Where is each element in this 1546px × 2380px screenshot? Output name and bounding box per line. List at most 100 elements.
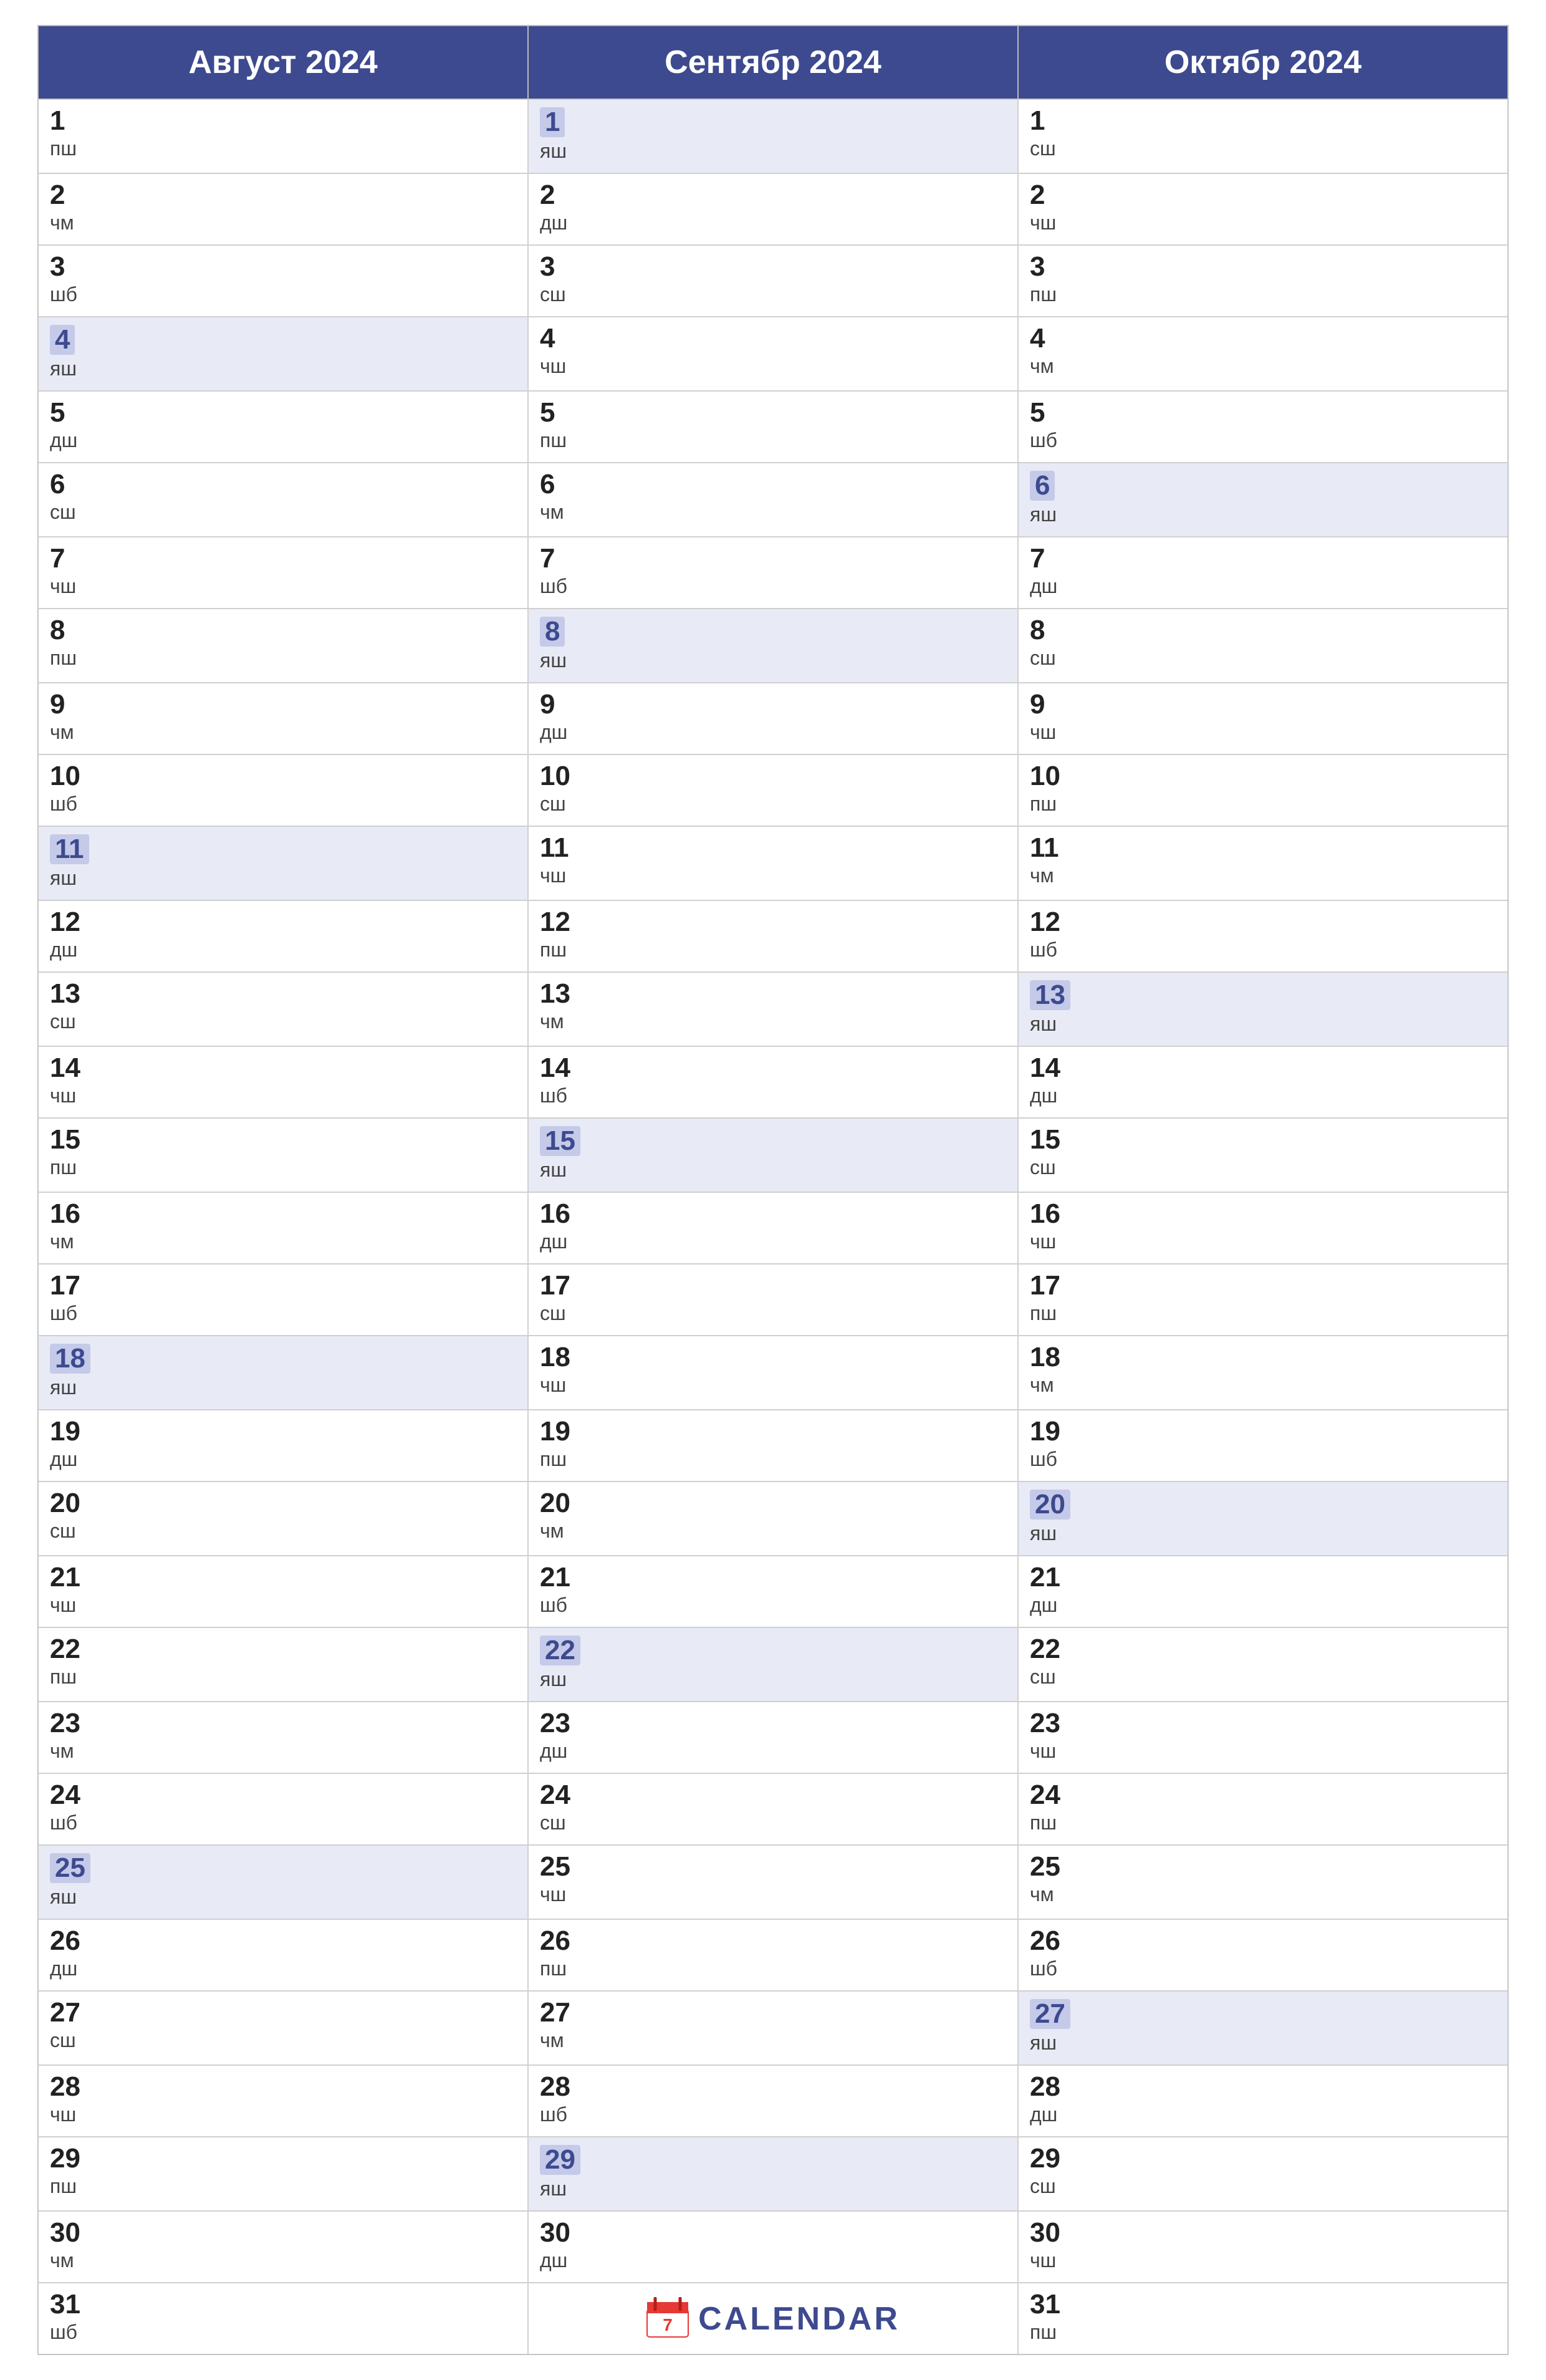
day-cell-m1-d4: 5пш	[528, 391, 1018, 463]
day-number: 3	[50, 253, 516, 281]
day-cell-m2-d21: 22сш	[1018, 1627, 1508, 1702]
day-number: 10	[540, 763, 1006, 790]
day-abbr: шб	[50, 793, 516, 816]
calendar-wrapper: Август 2024Сентябр 2024Октябр 20241пш1яш…	[0, 0, 1546, 2380]
day-cell-m0-d4: 5дш	[38, 391, 528, 463]
day-number: 27	[540, 1999, 1006, 2026]
day-cell-m0-d12: 13сш	[38, 972, 528, 1046]
day-cell-m0-d29: 30чм	[38, 2211, 528, 2283]
day-abbr: пш	[50, 137, 516, 160]
day-abbr: шб	[50, 1302, 516, 1325]
day-cell-m2-d8: 9чш	[1018, 683, 1508, 754]
day-cell-m2-d15: 16чш	[1018, 1192, 1508, 1264]
svg-text:7: 7	[663, 2315, 673, 2334]
day-number: 18	[540, 1344, 1006, 1371]
day-number: 7	[1030, 545, 1496, 572]
day-number: 21	[1030, 1564, 1496, 1591]
day-abbr: пш	[1030, 1302, 1496, 1325]
day-abbr: чш	[1030, 211, 1496, 234]
day-number: 24	[50, 1781, 516, 1809]
day-abbr: шб	[540, 2103, 1006, 2126]
day-abbr: чш	[540, 864, 1006, 887]
day-abbr: дш	[540, 721, 1006, 744]
day-number: 2	[1030, 181, 1496, 209]
day-number: 3	[1030, 253, 1496, 281]
day-abbr: пш	[1030, 793, 1496, 816]
day-abbr: сш	[50, 1010, 516, 1033]
day-abbr: чм	[50, 1740, 516, 1763]
day-number: 2	[540, 181, 1006, 209]
day-abbr: чш	[1030, 721, 1496, 744]
day-abbr: пш	[50, 1156, 516, 1179]
day-cell-m2-d27: 28дш	[1018, 2065, 1508, 2137]
day-cell-m1-d23: 24сш	[528, 1773, 1018, 1845]
day-abbr: сш	[50, 1520, 516, 1543]
day-cell-m0-d15: 16чм	[38, 1192, 528, 1264]
day-cell-m2-d24: 25чм	[1018, 1845, 1508, 1919]
day-cell-m1-d17: 18 чш	[528, 1336, 1018, 1410]
day-number: 13	[1030, 980, 1070, 1010]
day-abbr: сш	[1030, 1156, 1496, 1179]
day-cell-m0-d19: 20сш	[38, 1481, 528, 1556]
day-abbr: дш	[50, 1957, 516, 1980]
day-number: 6	[1030, 471, 1055, 501]
day-cell-m2-d25: 26шб	[1018, 1919, 1508, 1991]
day-cell-m0-d8: 9 чм	[38, 683, 528, 754]
day-cell-m1-d11: 12пш	[528, 900, 1018, 972]
day-number: 22	[50, 1636, 516, 1663]
month-header-1: Сентябр 2024	[528, 26, 1018, 99]
day-number: 10	[50, 763, 516, 790]
day-number: 31	[50, 2291, 516, 2318]
day-abbr: яш	[540, 1159, 1006, 1182]
day-cell-m1-d2: 3сш	[528, 245, 1018, 317]
day-number: 17	[50, 1272, 516, 1299]
day-cell-m2-d3: 4чм	[1018, 317, 1508, 391]
day-number: 10	[1030, 763, 1496, 790]
day-abbr: дш	[540, 1740, 1006, 1763]
day-cell-m1-d8: 9 дш	[528, 683, 1018, 754]
day-number: 15	[50, 1126, 516, 1154]
day-abbr: чм	[540, 1010, 1006, 1033]
day-cell-m1-d14: 15яш	[528, 1118, 1018, 1192]
day-number: 4	[1030, 325, 1496, 352]
day-cell-m1-d28: 29яш	[528, 2137, 1018, 2211]
day-abbr: шб	[1030, 429, 1496, 452]
day-abbr: чм	[540, 1520, 1006, 1543]
day-cell-m1-d6: 7шб	[528, 537, 1018, 609]
day-cell-m2-d0: 1сш	[1018, 99, 1508, 173]
day-number: 12	[1030, 908, 1496, 936]
day-abbr: чш	[540, 1374, 1006, 1397]
day-abbr: пш	[50, 1665, 516, 1689]
day-cell-m2-d30: 31пш	[1018, 2283, 1508, 2354]
day-abbr: пш	[50, 647, 516, 670]
day-number: 9	[540, 691, 1006, 718]
day-abbr: яш	[50, 867, 516, 890]
day-abbr: пш	[1030, 1811, 1496, 1834]
day-cell-m0-d18: 19дш	[38, 1410, 528, 1481]
day-number: 21	[50, 1564, 516, 1591]
day-abbr: чм	[1030, 1374, 1496, 1397]
month-header-2: Октябр 2024	[1018, 26, 1508, 99]
day-cell-m2-d10: 11чм	[1018, 826, 1508, 900]
day-cell-m2-d1: 2чш	[1018, 173, 1508, 245]
day-abbr: чш	[540, 1883, 1006, 1906]
day-number: 3	[540, 253, 1006, 281]
day-number: 14	[1030, 1054, 1496, 1082]
day-abbr: пш	[540, 429, 1006, 452]
day-number: 29	[540, 2145, 580, 2175]
day-cell-m0-d6: 7чш	[38, 537, 528, 609]
day-abbr: чш	[50, 575, 516, 598]
day-cell-m1-d13: 14шб	[528, 1046, 1018, 1118]
day-number: 8	[540, 617, 565, 647]
day-cell-m1-d1: 2дш	[528, 173, 1018, 245]
day-cell-m2-d12: 13яш	[1018, 972, 1508, 1046]
day-number: 27	[50, 1999, 516, 2026]
day-number: 9	[50, 691, 516, 718]
day-abbr: чм	[50, 721, 516, 744]
day-number: 21	[540, 1564, 1006, 1591]
day-cell-m0-d28: 29пш	[38, 2137, 528, 2211]
day-cell-m1-d26: 27чм	[528, 1991, 1018, 2065]
day-number: 5	[1030, 399, 1496, 426]
day-number: 1	[540, 107, 565, 137]
day-number: 15	[1030, 1126, 1496, 1154]
